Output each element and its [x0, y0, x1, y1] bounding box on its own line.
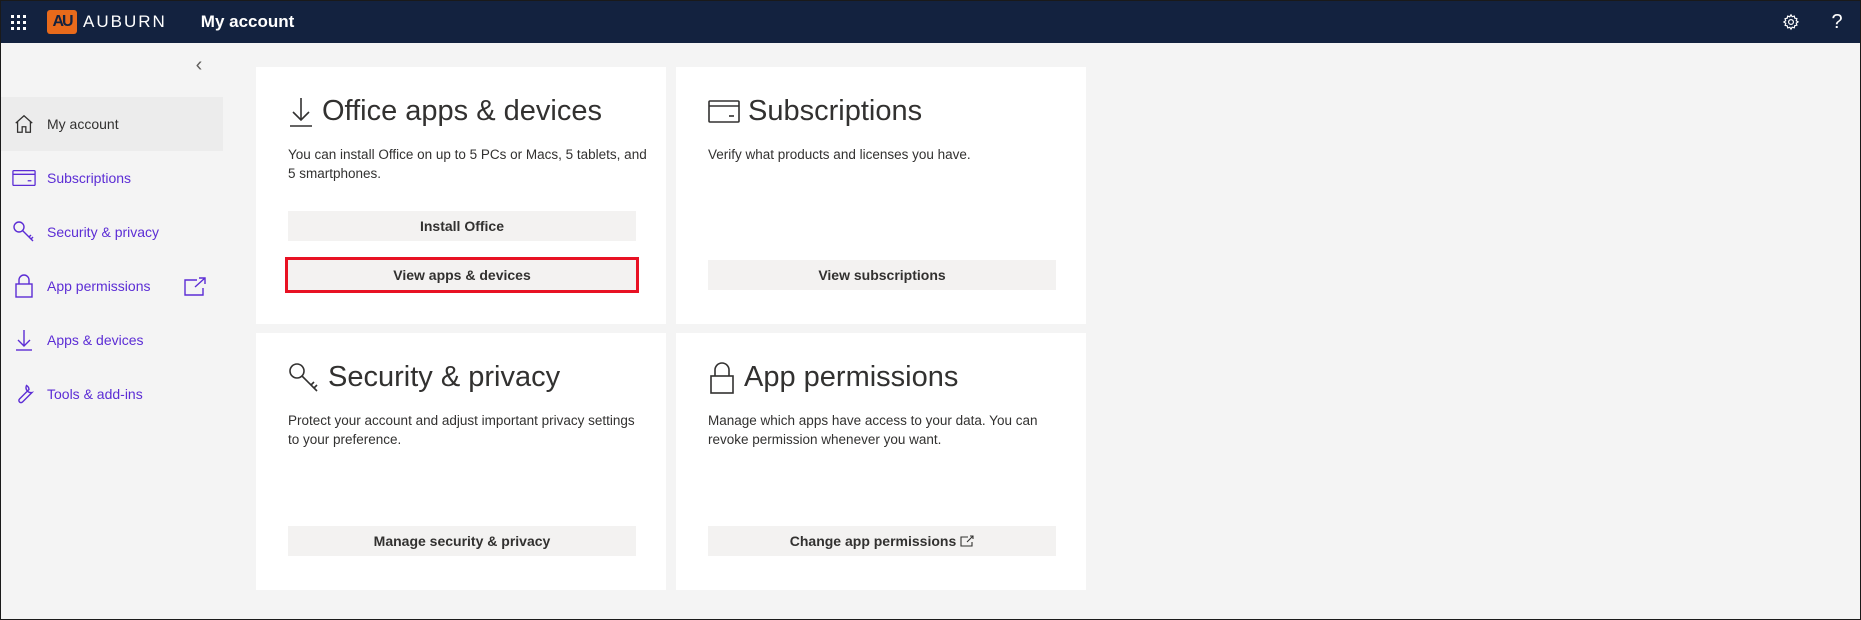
card-title: Office apps & devices [288, 95, 602, 128]
sidebar-item-app-permissions[interactable]: App permissions [1, 259, 223, 313]
view-apps-devices-button[interactable]: View apps & devices [285, 257, 639, 293]
card-title-text: Subscriptions [748, 95, 923, 127]
auburn-logo-mark: AU [47, 10, 77, 34]
card-description: Protect your account and adjust importan… [288, 413, 635, 447]
sidebar-item-label: Apps & devices [47, 332, 144, 348]
card-app-permissions: App permissions Manage which apps have a… [676, 333, 1086, 590]
key-icon [288, 362, 320, 394]
key-icon [1, 205, 47, 259]
sidebar-item-label: Subscriptions [47, 170, 132, 186]
card-security-privacy: Security & privacy Protect your account … [256, 333, 666, 590]
waffle-icon[interactable] [3, 1, 33, 43]
card-title: Security & privacy [288, 361, 560, 394]
sidebar-item-apps-devices[interactable]: Apps & devices [1, 313, 223, 367]
card-title: App permissions [708, 361, 958, 394]
auburn-logo-text: AUBURN [83, 12, 167, 31]
sidebar-item-tools-add-ins[interactable]: Tools & add-ins [1, 367, 223, 421]
install-office-button[interactable]: Install Office [288, 211, 636, 241]
view-subscriptions-button[interactable]: View subscriptions [708, 260, 1056, 290]
sidebar-item-subscriptions[interactable]: Subscriptions [1, 151, 223, 205]
download-icon [1, 313, 47, 367]
change-app-permissions-button[interactable]: Change app permissions [708, 526, 1056, 556]
sidebar-item-label: Security & privacy [47, 224, 160, 240]
card-description: You can install Office on up to 5 PCs or… [288, 147, 647, 181]
sidebar-item-label: App permissions [47, 278, 151, 294]
wrench-icon [1, 367, 47, 421]
sidebar-item-security-privacy[interactable]: Security & privacy [1, 205, 223, 259]
card-title-text: App permissions [744, 361, 959, 393]
sidebar-item-my-account[interactable]: My account [1, 97, 223, 151]
sidebar-item-label: Tools & add-ins [47, 386, 143, 402]
app-title[interactable]: My account [201, 12, 295, 32]
button-label: Change app permissions [789, 533, 957, 549]
lock-icon [1, 259, 47, 313]
download-icon [288, 96, 314, 128]
card-office-apps: Office apps & devices You can install Of… [256, 67, 666, 324]
card-icon [1, 151, 47, 205]
sidebar: ‹ My account Subscriptions Security & pr… [1, 43, 223, 619]
help-icon[interactable]: ? [1814, 1, 1860, 43]
card-subscriptions: Subscriptions Verify what products and l… [676, 67, 1086, 324]
top-bar: AU AUBURN My account ? [1, 1, 1860, 43]
gear-icon[interactable] [1768, 1, 1814, 43]
sidebar-item-label: My account [47, 116, 119, 132]
manage-security-privacy-button[interactable]: Manage security & privacy [288, 526, 636, 556]
collapse-nav-icon[interactable]: ‹ [189, 53, 209, 77]
card-icon [708, 99, 740, 125]
card-description: Verify what products and licenses you ha… [708, 147, 971, 162]
card-title: Subscriptions [708, 95, 922, 128]
external-link-icon[interactable] [183, 276, 207, 301]
card-description: Manage which apps have access to your da… [708, 413, 1038, 447]
external-link-icon [960, 535, 974, 547]
card-title-text: Office apps & devices [322, 95, 602, 127]
home-icon [1, 97, 47, 151]
sidebar-nav: My account Subscriptions Security & priv… [1, 97, 223, 421]
lock-icon [708, 361, 736, 394]
card-title-text: Security & privacy [328, 361, 561, 393]
auburn-logo[interactable]: AU AUBURN [47, 10, 167, 34]
